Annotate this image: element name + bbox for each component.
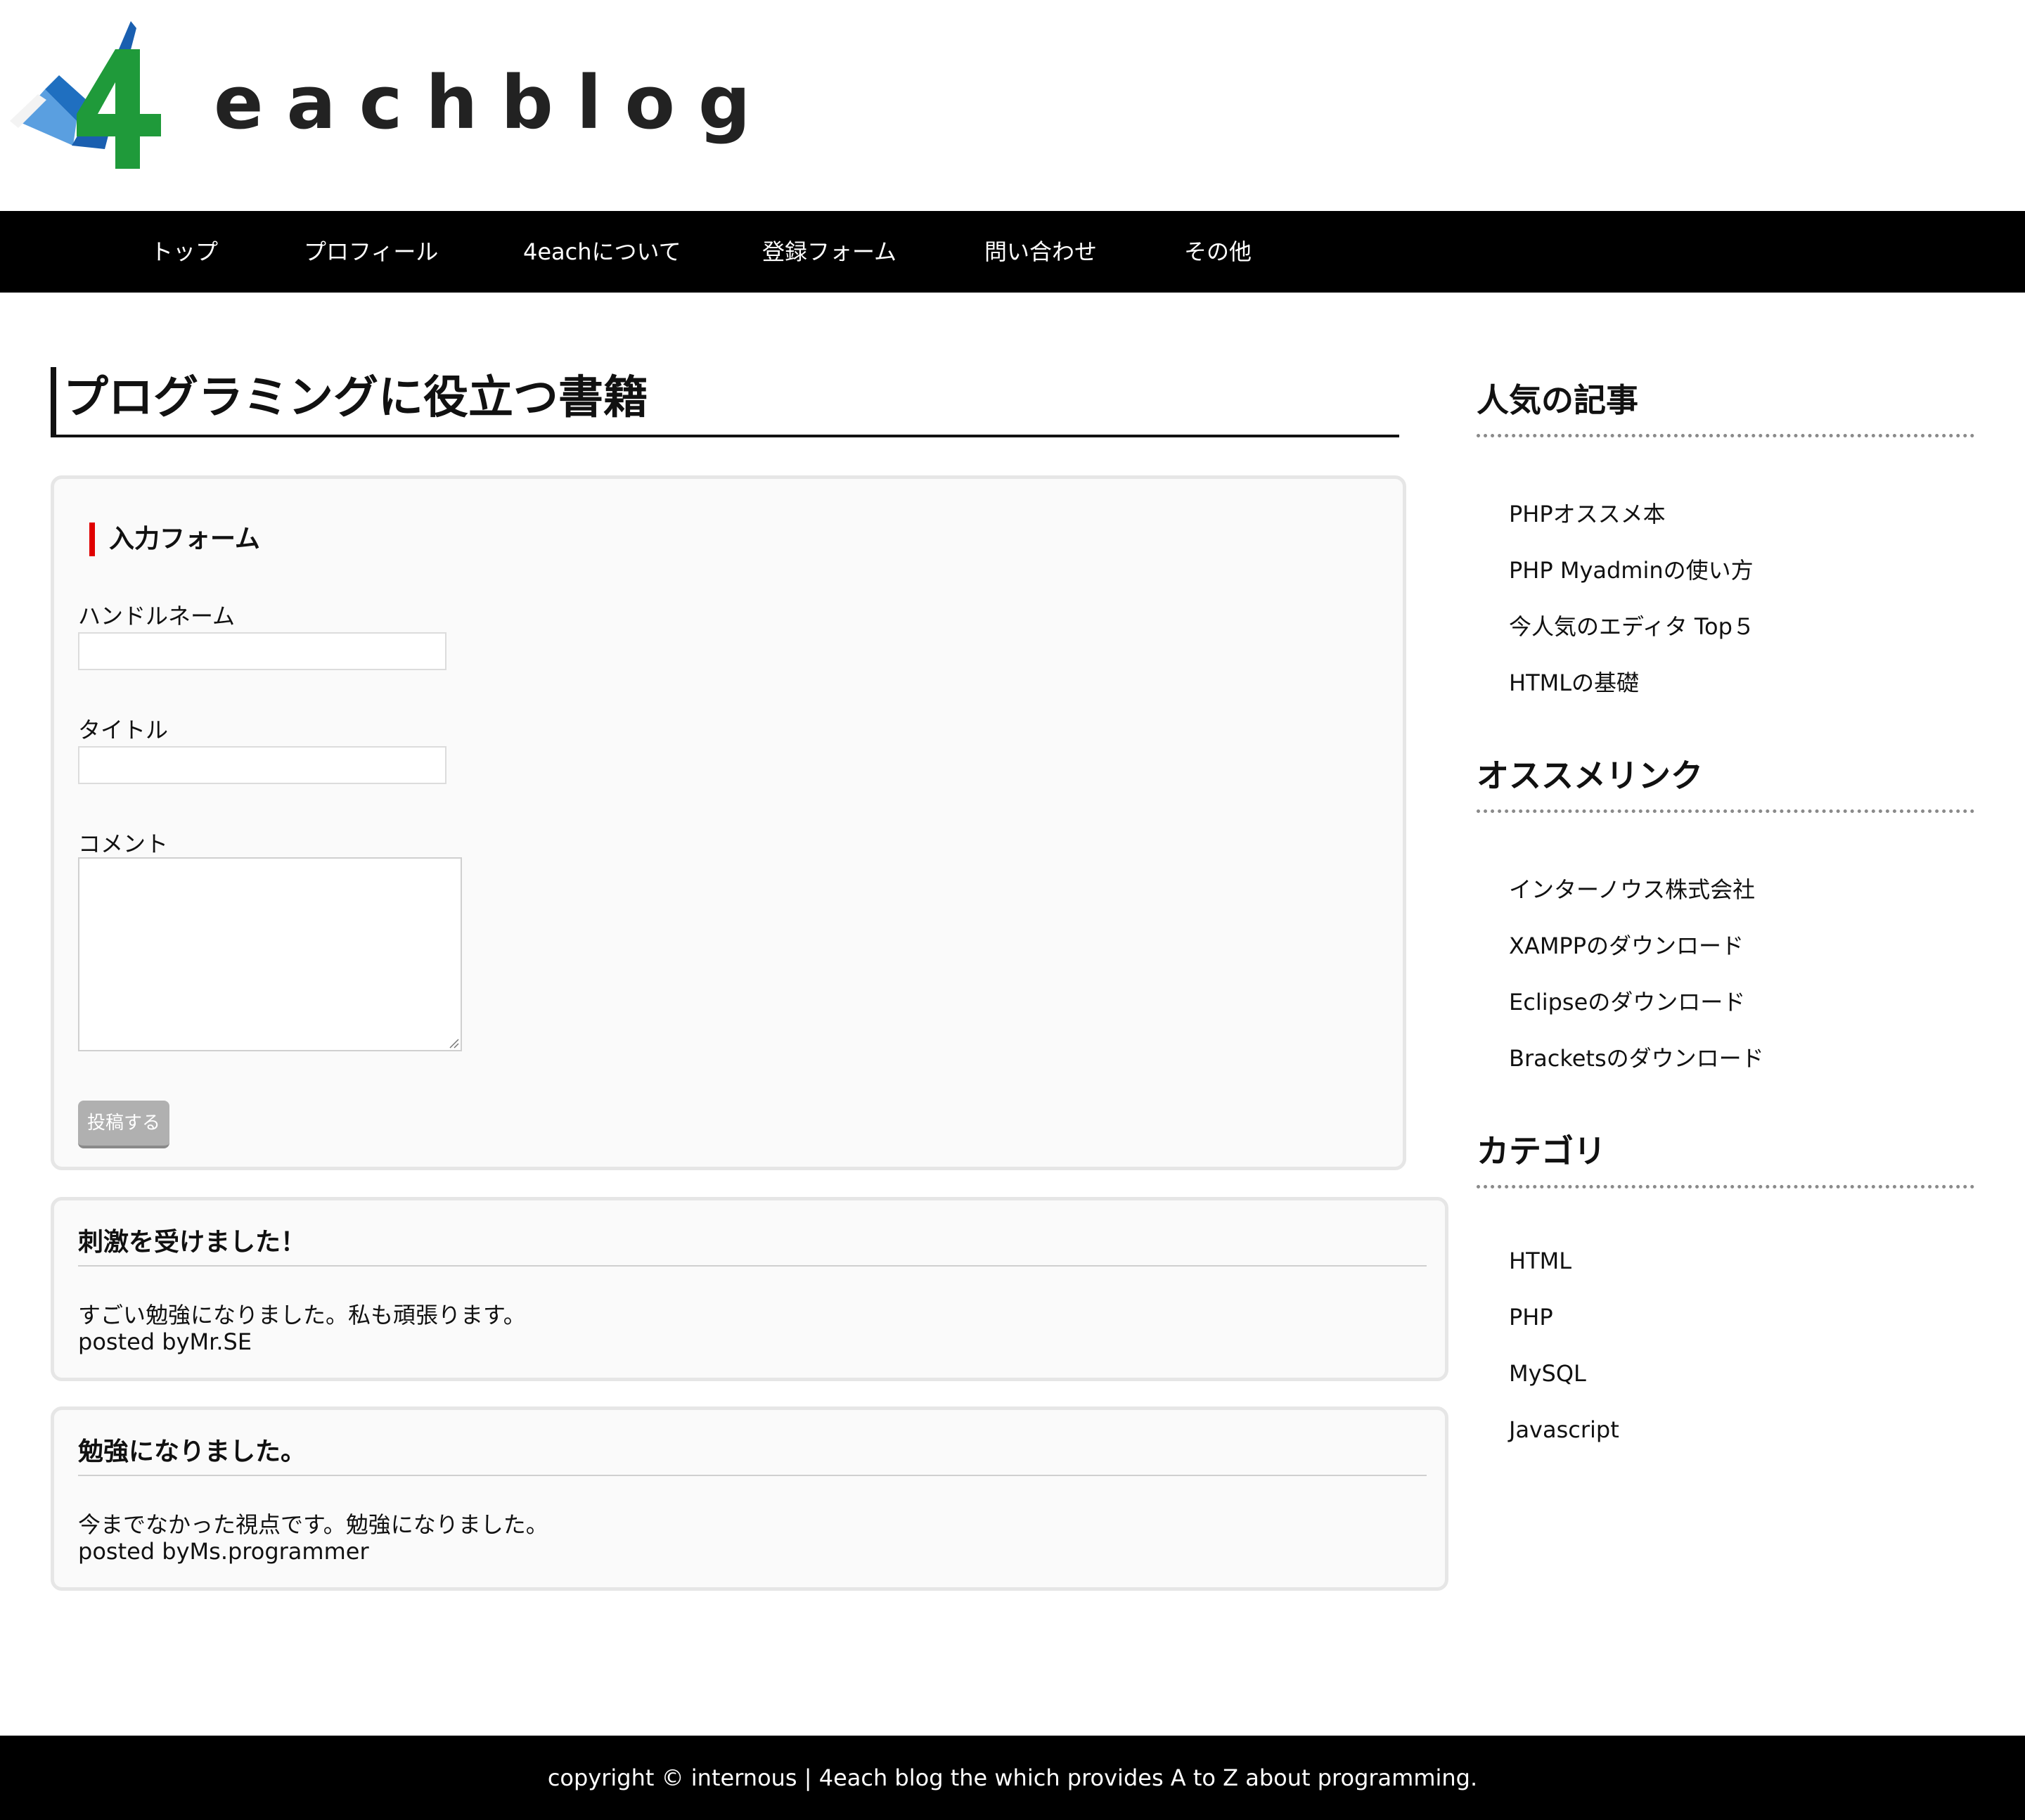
handle-name-input[interactable] — [78, 632, 446, 670]
page: eachblog トップ プロフィール 4eachについて 登録フォーム 問い合… — [0, 0, 2025, 1820]
category-link[interactable]: HTML — [1509, 1248, 1571, 1274]
handle-name-label: ハンドルネーム — [78, 603, 236, 629]
recommended-link[interactable]: インターノウス株式会社 — [1509, 872, 1755, 904]
logo-wordmark: eachblog — [214, 60, 774, 146]
form-heading: 入力フォーム — [89, 523, 260, 556]
recommended-links-heading: オススメリンク — [1477, 757, 1974, 813]
popular-link[interactable]: PHP Myadminの使い方 — [1509, 553, 1754, 585]
comment-textarea[interactable] — [78, 857, 462, 1051]
comment-card: 刺激を受けました！ すごい勉強になりました。私も頑張ります。 posted by… — [51, 1197, 1448, 1381]
comment-body: 今までなかった視点です。勉強になりました。 — [78, 1511, 548, 1538]
site-header: eachblog — [0, 0, 2025, 211]
site-footer: copyright © internous | 4each blog the w… — [0, 1736, 2025, 1820]
popular-link[interactable]: 今人気のエディタ Top５ — [1509, 609, 1755, 641]
comment-title: 刺激を受けました！ — [78, 1222, 1427, 1267]
recommended-link[interactable]: Eclipseのダウンロード — [1509, 985, 1745, 1017]
comment-card: 勉強になりました。 今までなかった視点です。勉強になりました。 posted b… — [51, 1406, 1448, 1591]
popular-link[interactable]: PHPオススメ本 — [1509, 496, 1666, 529]
copyright-text: copyright © internous | 4each blog the w… — [547, 1764, 1478, 1791]
resize-grip-icon[interactable] — [448, 1037, 459, 1049]
comment-title: 勉強になりました。 — [78, 1431, 1427, 1476]
page-title: プログラミングに役立つ書籍 — [63, 372, 648, 424]
recommended-link[interactable]: Bracketsのダウンロード — [1509, 1041, 1764, 1073]
nav-item-other[interactable]: その他 — [1184, 211, 1252, 293]
category-link[interactable]: PHP — [1509, 1304, 1553, 1331]
comment-label: コメント — [78, 831, 169, 857]
title-input[interactable] — [78, 746, 446, 784]
nav-item-contact[interactable]: 問い合わせ — [984, 211, 1097, 293]
article-title-block: プログラミングに役立つ書籍 — [51, 367, 1399, 437]
comment-body: すごい勉強になりました。私も頑張ります。 — [78, 1302, 526, 1328]
comment-author: posted byMr.SE — [78, 1328, 252, 1355]
nav-item-about[interactable]: 4eachについて — [523, 211, 681, 293]
comment-author: posted byMs.programmer — [78, 1538, 369, 1565]
main-nav: トップ プロフィール 4eachについて 登録フォーム 問い合わせ その他 — [0, 211, 2025, 293]
title-label: タイトル — [78, 717, 169, 743]
nav-item-profile[interactable]: プロフィール — [304, 211, 438, 293]
popular-link[interactable]: HTMLの基礎 — [1509, 665, 1639, 698]
nav-item-register[interactable]: 登録フォーム — [762, 211, 896, 293]
nav-item-top[interactable]: トップ — [150, 211, 218, 293]
popular-articles-heading: 人気の記事 — [1477, 381, 1974, 437]
category-link[interactable]: Javascript — [1509, 1416, 1619, 1443]
category-link[interactable]: MySQL — [1509, 1360, 1586, 1387]
logo-mark-icon — [10, 21, 161, 169]
submit-button[interactable]: 投稿する — [78, 1101, 169, 1148]
category-heading: カテゴリ — [1477, 1132, 1974, 1188]
site-logo[interactable]: eachblog — [10, 15, 750, 177]
input-form: 入力フォーム ハンドルネーム タイトル コメント 投稿する — [51, 475, 1406, 1170]
recommended-link[interactable]: XAMPPのダウンロード — [1509, 928, 1744, 961]
